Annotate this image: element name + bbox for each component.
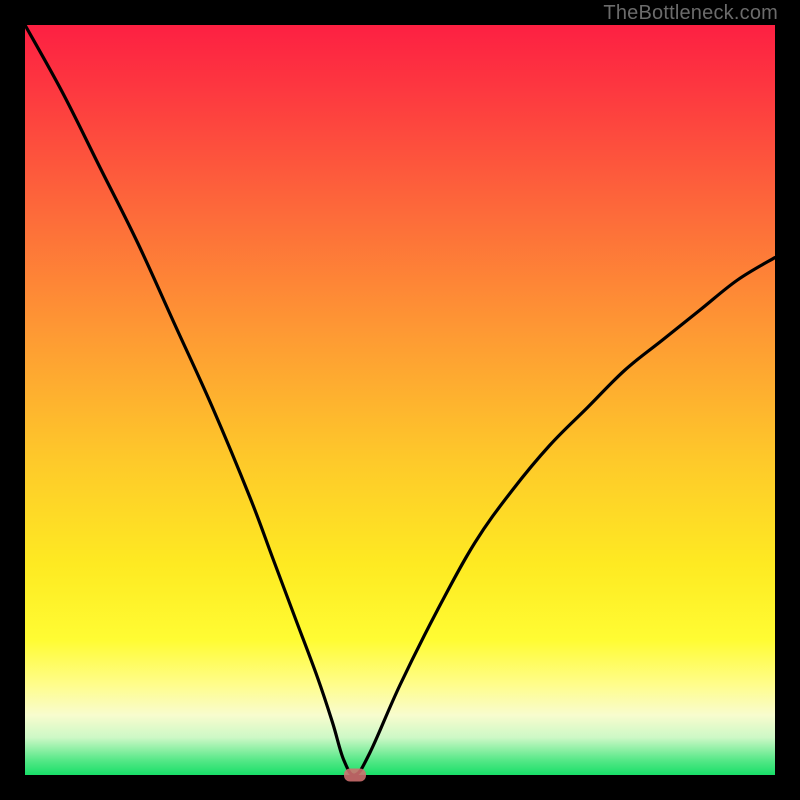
watermark-text: TheBottleneck.com bbox=[603, 2, 778, 25]
plot-area bbox=[25, 25, 775, 775]
chart-frame: TheBottleneck.com bbox=[0, 0, 800, 800]
bottleneck-curve bbox=[25, 25, 775, 775]
minimum-marker bbox=[344, 769, 366, 782]
